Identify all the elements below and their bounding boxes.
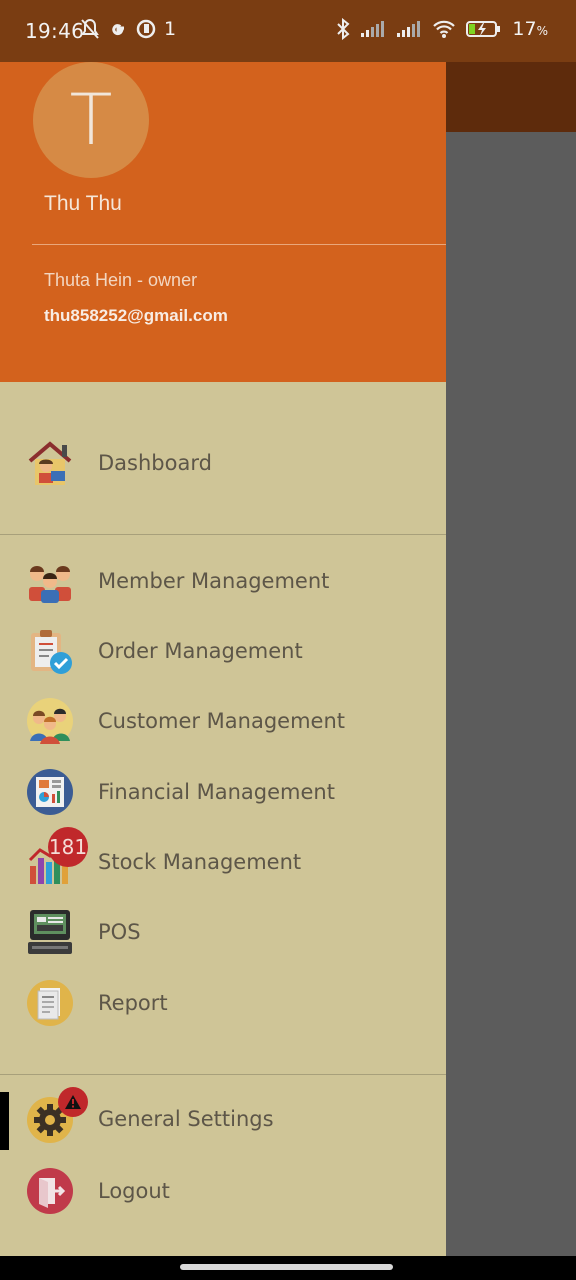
dashboard-icon — [28, 441, 72, 485]
menu-item-customer-management[interactable]: Customer Management — [0, 688, 446, 754]
menu-label-customer-management: Customer Management — [98, 709, 346, 733]
stock-count-badge: 181 — [48, 827, 88, 867]
active-item-indicator — [0, 1092, 9, 1150]
pos-terminal-icon — [28, 910, 72, 954]
menu-label-dashboard: Dashboard — [98, 451, 212, 475]
signal-icon — [397, 21, 421, 37]
menu-item-stock-management[interactable]: 181 Stock Management — [0, 827, 446, 895]
member-group-icon — [29, 566, 71, 603]
signal-icon — [361, 21, 385, 37]
logout-door-icon — [27, 1168, 73, 1214]
menu-item-report[interactable]: Report — [0, 970, 446, 1036]
menu-item-logout[interactable]: Logout — [0, 1158, 446, 1224]
header-divider — [32, 244, 446, 245]
status-time: 19:46 — [25, 19, 85, 43]
menu-item-pos[interactable]: POS — [0, 899, 446, 965]
report-document-icon — [27, 980, 73, 1026]
navigation-drawer: T Thu Thu Thuta Hein - owner thu858252@g… — [0, 50, 446, 1256]
menu-item-dashboard[interactable]: Dashboard — [0, 430, 446, 496]
order-clipboard-icon — [31, 630, 72, 674]
menu-item-financial-management[interactable]: Financial Management — [0, 759, 446, 825]
user-email: thu858252@gmail.com — [44, 306, 228, 325]
mute-bell-icon — [81, 18, 99, 39]
status-bar: 19:46 1 17% — [0, 0, 576, 62]
drawer-scrim[interactable] — [446, 132, 576, 1256]
menu-label-pos: POS — [98, 920, 141, 944]
warning-triangle-icon — [65, 1095, 81, 1109]
menu-item-member-management[interactable]: Member Management — [0, 548, 446, 614]
financial-report-icon — [27, 769, 73, 815]
menu-label-report: Report — [98, 991, 168, 1015]
battery-level: 17% — [512, 18, 548, 40]
customer-people-icon — [27, 698, 73, 744]
sim-indicator: 1 — [164, 18, 177, 40]
system-nav-bar — [0, 1256, 576, 1280]
data-saver-icon — [136, 19, 156, 39]
drawer-header: T Thu Thu Thuta Hein - owner thu858252@g… — [0, 50, 446, 382]
battery-charging-icon — [466, 21, 501, 37]
menu-label-stock-management: Stock Management — [98, 850, 302, 874]
menu-label-order-management: Order Management — [98, 639, 303, 663]
menu-label-general-settings: General Settings — [98, 1107, 274, 1131]
wifi-icon — [433, 20, 456, 38]
google-icon — [112, 24, 124, 36]
warning-badge — [58, 1087, 88, 1117]
menu-label-member-management: Member Management — [98, 569, 330, 593]
menu-label-financial-management: Financial Management — [98, 780, 335, 804]
menu-item-order-management[interactable]: Order Management — [0, 618, 446, 684]
menu-item-general-settings[interactable]: General Settings — [0, 1087, 446, 1153]
avatar[interactable]: T — [33, 62, 149, 178]
user-name: Thu Thu — [44, 192, 122, 215]
company-owner-line: Thuta Hein - owner — [44, 270, 198, 290]
menu-divider — [0, 1074, 446, 1075]
battery-percent: 17 — [512, 18, 537, 40]
battery-unit: % — [536, 24, 548, 38]
background-app-bar — [446, 50, 576, 132]
bluetooth-icon — [337, 18, 350, 40]
home-gesture-handle[interactable] — [180, 1264, 393, 1270]
menu-divider — [0, 534, 446, 535]
menu-label-logout: Logout — [98, 1179, 170, 1203]
